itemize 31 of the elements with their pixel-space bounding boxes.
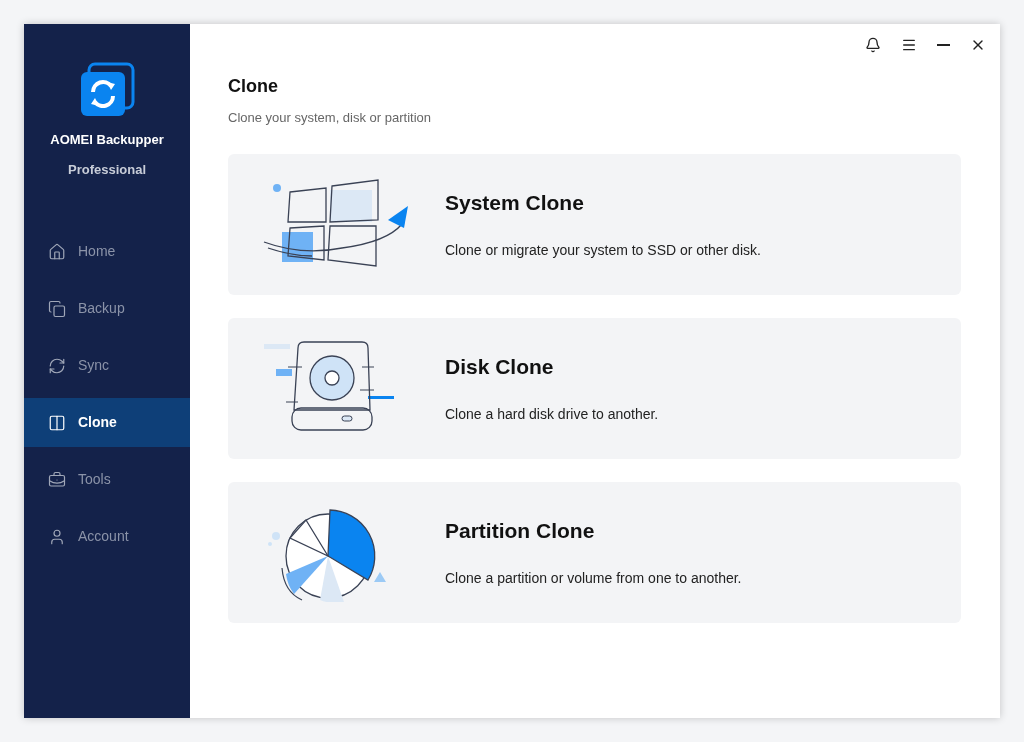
card-description: Clone or migrate your system to SSD or other disk. xyxy=(445,241,761,261)
sidebar-item[interactable]: Backup xyxy=(24,284,190,333)
card-title: System Clone xyxy=(445,189,585,216)
card-title: Disk Clone xyxy=(445,353,555,380)
clone-option-card[interactable]: Partition Clone Clone a partition or volume from one to another. xyxy=(228,481,961,623)
page-subtitle: Clone your system, disk or partition xyxy=(228,109,433,127)
copy-icon xyxy=(48,299,66,318)
notifications-button[interactable] xyxy=(865,37,881,53)
menu-icon xyxy=(901,37,917,53)
app-name: AOMEI Backupper xyxy=(50,131,164,149)
toolbox-icon xyxy=(48,470,66,489)
sidebar-item[interactable]: Clone xyxy=(24,398,190,447)
page-title: Clone xyxy=(228,75,279,98)
bell-icon xyxy=(865,37,881,53)
menu-button[interactable] xyxy=(901,37,917,53)
columns-icon xyxy=(48,413,66,432)
clone-option-card[interactable]: Disk Clone Clone a hard disk drive to another. xyxy=(228,317,961,459)
minimize-icon xyxy=(937,44,950,46)
card-description: Clone a hard disk drive to another. xyxy=(445,405,659,425)
sync-icon xyxy=(48,356,66,375)
sidebar-item[interactable]: Tools xyxy=(24,455,190,504)
clone-option-card[interactable]: System Clone Clone or migrate your system to SSD or other disk. xyxy=(228,153,961,295)
sidebar-item[interactable]: Sync xyxy=(24,341,190,390)
app-logo-icon xyxy=(79,62,135,118)
user-icon xyxy=(48,527,66,546)
home-icon xyxy=(48,242,66,261)
sidebar-item[interactable]: Account xyxy=(24,512,190,561)
app-edition: Professional xyxy=(68,160,146,179)
card-title: Partition Clone xyxy=(445,517,596,544)
card-description: Clone a partition or volume from one to another. xyxy=(445,569,742,589)
sidebar-item[interactable]: Home xyxy=(24,227,190,276)
